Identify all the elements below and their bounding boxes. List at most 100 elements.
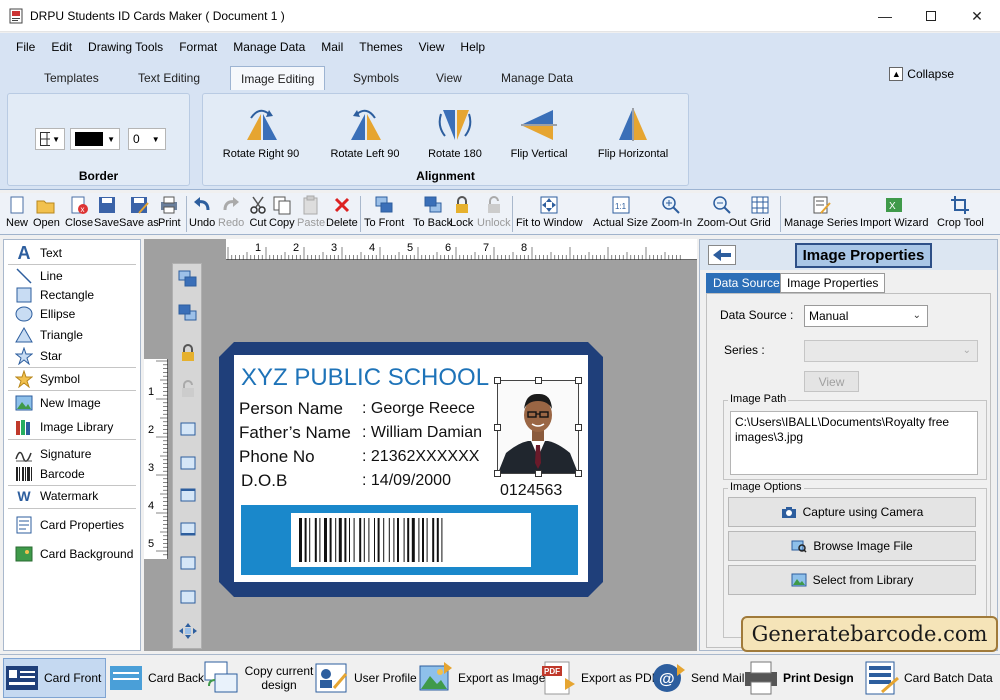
rotate-right-90-button[interactable]: Rotate Right 90	[219, 106, 303, 160]
resize-handle[interactable]	[494, 470, 501, 477]
tool-new-image[interactable]: New Image	[14, 394, 101, 412]
tool-triangle[interactable]: Triangle	[14, 326, 83, 344]
strip-align-left-icon[interactable]	[178, 420, 198, 438]
close-window-button[interactable]: ✕	[954, 0, 1000, 32]
field-value-phone[interactable]: : 21362XXXXXX	[362, 448, 479, 466]
image-path-field[interactable]: C:\Users\IBALL\Documents\Royalty free im…	[730, 411, 978, 475]
paste-button[interactable]: Paste	[297, 195, 325, 229]
field-value-dob[interactable]: : 14/09/2000	[362, 472, 451, 490]
maximize-button[interactable]	[908, 0, 954, 32]
actual-size-button[interactable]: 1:1 Actual Size	[593, 195, 648, 229]
undo-button[interactable]: Undo	[189, 195, 215, 229]
field-label-phone[interactable]: Phone No	[239, 447, 315, 467]
strip-lock-icon[interactable]	[178, 344, 198, 362]
strip-align-right-icon[interactable]	[178, 454, 198, 472]
crop-tool-button[interactable]: Crop Tool	[937, 195, 984, 229]
rotate-180-button[interactable]: Rotate 180	[423, 106, 487, 160]
strip-to-back-icon[interactable]	[178, 304, 198, 322]
tab-data-source[interactable]: Data Source	[706, 273, 787, 293]
tool-card-background[interactable]: Card Background	[14, 545, 133, 563]
menu-view[interactable]: View	[411, 40, 453, 54]
resize-handle[interactable]	[494, 424, 501, 431]
field-value-fathers-name[interactable]: : William Damian	[362, 424, 482, 442]
tool-ellipse[interactable]: Ellipse	[14, 305, 75, 323]
print-button[interactable]: Print	[158, 195, 181, 229]
tool-symbol[interactable]: Symbol	[14, 370, 80, 388]
card-front-button[interactable]: Card Front	[3, 658, 106, 698]
close-button[interactable]: x Close	[65, 195, 93, 229]
grid-button[interactable]: Grid	[750, 195, 771, 229]
copy-button[interactable]: Copy	[269, 195, 295, 229]
save-as-button[interactable]: Save as	[119, 195, 159, 229]
card-back-button[interactable]: Card Back	[108, 658, 204, 698]
redo-button[interactable]: Redo	[218, 195, 244, 229]
export-pdf-button[interactable]: PDF Export as PDF	[541, 658, 659, 698]
tab-image-properties[interactable]: Image Properties	[780, 273, 886, 293]
flip-vertical-button[interactable]: Flip Vertical	[505, 106, 573, 160]
save-button[interactable]: Save	[94, 195, 119, 229]
tool-line[interactable]: Line	[14, 267, 63, 285]
border-style-dropdown[interactable]: ▼	[35, 128, 65, 150]
zoom-out-button[interactable]: Zoom-Out	[697, 195, 747, 229]
tool-card-properties[interactable]: Card Properties	[14, 516, 124, 534]
tool-barcode[interactable]: Barcode	[14, 465, 85, 483]
resize-handle[interactable]	[575, 377, 582, 384]
field-value-person-name[interactable]: : George Reece	[362, 400, 475, 418]
card-batch-data-button[interactable]: Card Batch Data	[864, 658, 993, 698]
resize-handle[interactable]	[575, 424, 582, 431]
flip-horizontal-button[interactable]: Flip Horizontal	[593, 106, 673, 160]
unlock-button[interactable]: Unlock	[477, 195, 511, 229]
card-barcode[interactable]	[291, 513, 531, 567]
tool-star[interactable]: Star	[14, 347, 62, 365]
strip-align-top-icon[interactable]	[178, 486, 198, 504]
field-label-fathers-name[interactable]: Father’s Name	[239, 423, 351, 443]
send-mail-button[interactable]: @ Send Mail	[651, 658, 744, 698]
id-card[interactable]: XYZ PUBLIC SCHOOL Person Name : George R…	[219, 342, 603, 597]
student-photo[interactable]	[494, 377, 582, 477]
menu-manage-data[interactable]: Manage Data	[225, 40, 313, 54]
tool-watermark[interactable]: W Watermark	[14, 487, 98, 505]
tool-rectangle[interactable]: Rectangle	[14, 286, 94, 304]
data-source-dropdown[interactable]: Manual ⌄	[804, 305, 928, 327]
tool-signature[interactable]: Signature	[14, 445, 91, 463]
select-library-button[interactable]: Select from Library	[728, 565, 976, 595]
user-profile-button[interactable]: User Profile	[314, 658, 417, 698]
border-color-dropdown[interactable]: ▼	[70, 128, 120, 150]
menu-format[interactable]: Format	[171, 40, 225, 54]
tab-text-editing[interactable]: Text Editing	[128, 66, 210, 90]
field-label-person-name[interactable]: Person Name	[239, 399, 343, 419]
cut-button[interactable]: Cut	[248, 195, 268, 229]
menu-drawing-tools[interactable]: Drawing Tools	[80, 40, 171, 54]
export-image-button[interactable]: Export as Image	[418, 658, 545, 698]
capture-camera-button[interactable]: Capture using Camera	[728, 497, 976, 527]
menu-edit[interactable]: Edit	[43, 40, 80, 54]
strip-to-front-icon[interactable]	[178, 270, 198, 288]
tab-symbols[interactable]: Symbols	[343, 66, 409, 90]
rotate-left-90-button[interactable]: Rotate Left 90	[325, 106, 405, 160]
tab-templates[interactable]: Templates	[34, 66, 109, 90]
print-design-button[interactable]: Print Design	[743, 658, 854, 698]
tab-manage-data[interactable]: Manage Data	[491, 66, 583, 90]
strip-align-bottom-icon[interactable]	[178, 520, 198, 538]
import-wizard-button[interactable]: X Import Wizard	[860, 195, 928, 229]
new-button[interactable]: New	[6, 195, 28, 229]
to-back-button[interactable]: To Back	[413, 195, 452, 229]
border-width-dropdown[interactable]: 0 ▼	[128, 128, 166, 150]
school-name[interactable]: XYZ PUBLIC SCHOOL	[241, 364, 489, 392]
to-front-button[interactable]: To Front	[364, 195, 404, 229]
fit-to-window-button[interactable]: Fit to Window	[516, 195, 583, 229]
menu-themes[interactable]: Themes	[351, 40, 410, 54]
series-dropdown[interactable]: ⌄	[804, 340, 978, 362]
minimize-button[interactable]: —	[862, 0, 908, 32]
browse-image-button[interactable]: Browse Image File	[728, 531, 976, 561]
delete-button[interactable]: Delete	[326, 195, 358, 229]
student-id-number[interactable]: 0124563	[500, 482, 562, 500]
resize-handle[interactable]	[535, 377, 542, 384]
view-button[interactable]: View	[804, 371, 859, 392]
menu-mail[interactable]: Mail	[313, 40, 351, 54]
tab-view[interactable]: View	[426, 66, 472, 90]
collapse-ribbon-button[interactable]: ▲ Collapse	[889, 67, 954, 81]
open-button[interactable]: Open	[33, 195, 60, 229]
resize-handle[interactable]	[494, 377, 501, 384]
tool-image-library[interactable]: Image Library	[14, 418, 113, 436]
